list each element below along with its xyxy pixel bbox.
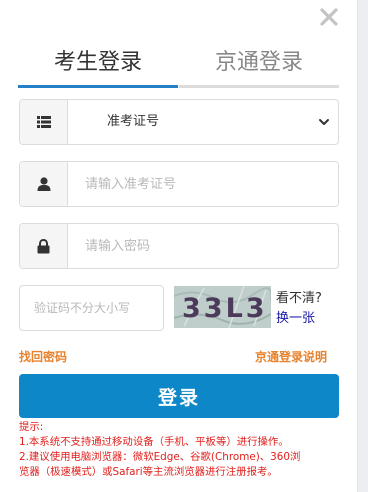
jingtong-help-link[interactable]: 京通登录说明 — [255, 348, 327, 365]
username-input[interactable] — [69, 162, 337, 206]
captcha-input[interactable] — [20, 286, 163, 330]
tab-candidate-login[interactable]: 考生登录 — [18, 46, 178, 88]
captcha-text: 33L3 — [182, 293, 268, 324]
username-field — [19, 161, 339, 207]
login-button[interactable]: 登录 — [19, 374, 339, 418]
lock-icon — [37, 238, 50, 253]
tips-line-3: 览器（极速模式）或Safari等主流浏览器进行注册报考。 — [19, 466, 278, 478]
id-type-select[interactable]: 准考证号 — [19, 99, 339, 145]
id-type-selected-value: 准考证号 — [107, 114, 160, 129]
list-icon — [36, 116, 51, 128]
captcha-refresh-link[interactable]: 换一张 — [276, 307, 315, 326]
tips-line-1: 1.本系统不支持通过移动设备（手机、平板等）进行操作。 — [19, 436, 289, 448]
close-icon[interactable] — [318, 6, 340, 28]
tips-line-2: 2.建议使用电脑浏览器：微软Edge、谷歌(Chrome)、360浏 — [19, 451, 301, 463]
password-field — [19, 223, 339, 269]
captcha-field — [19, 285, 164, 331]
login-tabs: 考生登录 京通登录 — [18, 46, 339, 90]
id-type-addon — [20, 100, 68, 144]
user-icon — [37, 177, 50, 191]
chevron-down-icon — [319, 119, 329, 125]
captcha-unclear-label: 看不清? — [276, 291, 322, 306]
username-addon — [20, 162, 68, 206]
tips-title: 提示: — [19, 421, 44, 433]
password-addon — [20, 224, 68, 268]
captcha-image[interactable]: 33L3 — [174, 286, 271, 328]
find-password-link[interactable]: 找回密码 — [19, 348, 67, 365]
password-input[interactable] — [69, 224, 337, 268]
tips-panel: 提示: 1.本系统不支持通过移动设备（手机、平板等）进行操作。 2.建议使用电脑… — [19, 420, 344, 480]
tab-jingtong-login[interactable]: 京通登录 — [179, 46, 339, 88]
scrollbar[interactable] — [357, 0, 368, 492]
